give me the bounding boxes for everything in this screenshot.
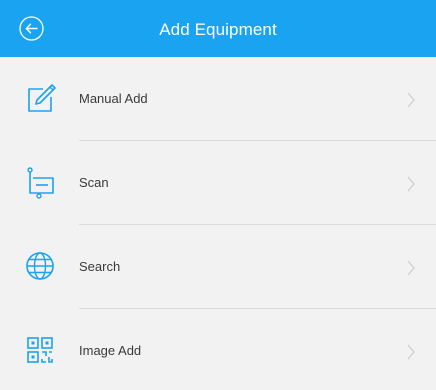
header-bar: Add Equipment bbox=[0, 0, 436, 57]
app-screen: Add Equipment Manual Add Scan Search Ima… bbox=[0, 0, 436, 390]
add-method-list: Manual Add Scan Search Image Add bbox=[0, 57, 436, 390]
menu-item-label: Image Add bbox=[79, 343, 142, 358]
scan-frame-icon bbox=[27, 167, 54, 199]
menu-item-image-add[interactable]: Image Add bbox=[0, 309, 436, 390]
page-title: Add Equipment bbox=[159, 20, 277, 39]
menu-item-search[interactable]: Search bbox=[0, 225, 436, 309]
menu-item-label: Scan bbox=[79, 175, 109, 190]
qr-code-icon bbox=[27, 337, 53, 363]
menu-item-scan[interactable]: Scan bbox=[0, 141, 436, 225]
globe-icon bbox=[26, 252, 54, 280]
menu-item-label: Manual Add bbox=[79, 91, 148, 106]
chevron-right-icon bbox=[407, 92, 415, 108]
edit-square-icon bbox=[28, 84, 56, 112]
menu-item-manual-add[interactable]: Manual Add bbox=[0, 57, 436, 141]
chevron-right-icon bbox=[407, 260, 415, 276]
chevron-right-icon bbox=[407, 176, 415, 192]
menu-item-label: Search bbox=[79, 259, 121, 274]
chevron-right-icon bbox=[407, 344, 415, 360]
